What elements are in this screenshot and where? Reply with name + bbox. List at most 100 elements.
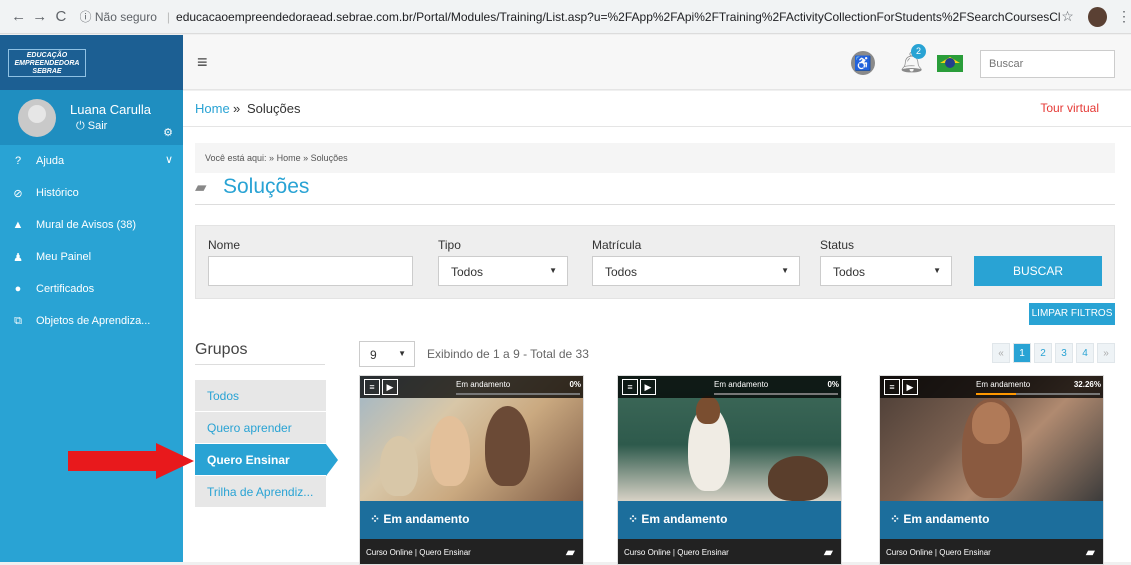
card-status: Em andamento	[903, 512, 990, 526]
sidebar-item-label: Histórico	[36, 187, 79, 199]
sidebar-item-ajuda[interactable]: ? Ajuda ∨	[0, 145, 183, 177]
pager-page-2[interactable]: 2	[1034, 343, 1052, 363]
logout-link[interactable]: ⏻ Sair	[76, 120, 151, 133]
status-filter-select[interactable]: Todos ▼	[820, 256, 952, 286]
accessibility-icon[interactable]: ♿	[851, 51, 875, 75]
enroll-filter-label: Matrícula	[592, 238, 642, 252]
breadcrumb-current: Soluções	[247, 101, 301, 116]
group-item-trilha[interactable]: Trilha de Aprendiz...	[195, 476, 326, 507]
sebrae-logo[interactable]: EDUCAÇÃO EMPREENDEDORA SEBRAE	[8, 48, 86, 77]
bookmark-star-icon[interactable]: ☆	[1061, 8, 1074, 25]
caret-down-icon: ▼	[781, 266, 789, 275]
sidebar-item-label: Meu Painel	[36, 251, 92, 263]
chevron-down-icon: ∨	[164, 154, 173, 166]
caret-down-icon: ▼	[549, 266, 557, 275]
pager-page-1[interactable]: 1	[1013, 343, 1031, 363]
list-icon[interactable]: ≡	[884, 379, 900, 395]
card-type: Curso Online	[886, 548, 933, 557]
list-icon[interactable]: ≡	[622, 379, 638, 395]
gear-icon[interactable]: ⚙	[163, 126, 173, 139]
pager-page-3[interactable]: 3	[1055, 343, 1073, 363]
sidebar-item-label: Mural de Avisos (38)	[36, 219, 137, 231]
name-filter-input[interactable]	[208, 256, 413, 286]
enroll-filter-select[interactable]: Todos ▼	[592, 256, 800, 286]
sidebar-item-meu-painel[interactable]: ♟ Meu Painel	[0, 241, 183, 273]
card-group: Quero Ensinar	[939, 548, 991, 557]
search-input[interactable]	[980, 50, 1115, 78]
card-type: Curso Online	[624, 548, 671, 557]
logout-label: Sair	[87, 120, 108, 132]
sidebar-logo-area: EDUCAÇÃO EMPREENDEDORA SEBRAE	[0, 35, 183, 90]
card-footer: Curso Online | Quero Ensinar ▰	[618, 539, 841, 564]
play-icon[interactable]: ▶	[902, 379, 918, 395]
pager-next[interactable]: »	[1097, 343, 1115, 363]
per-page-select[interactable]: 9 ▼	[359, 341, 415, 367]
card-top-bar: ≡ ▶ Em andamento 32.26%	[880, 376, 1103, 398]
annotation-arrow-head	[156, 443, 194, 479]
location-home-link[interactable]: Home	[277, 153, 301, 163]
user-avatar[interactable]	[18, 98, 56, 137]
pagination: « 1 2 3 4 »	[992, 343, 1115, 363]
breadcrumb-home-link[interactable]: Home	[195, 101, 230, 116]
objects-icon: ⧉	[14, 314, 22, 327]
search-button[interactable]: BUSCAR	[974, 256, 1102, 286]
enroll-filter-value: Todos	[605, 265, 638, 279]
page-title: ▰ Soluções	[195, 175, 1115, 205]
type-filter-label: Tipo	[438, 238, 461, 252]
location-separator: »	[303, 153, 309, 163]
sidebar-item-certificados[interactable]: ● Certificados	[0, 273, 183, 305]
group-item-todos[interactable]: Todos	[195, 380, 326, 411]
card-progress-fill	[976, 393, 1016, 395]
pager-prev[interactable]: «	[992, 343, 1010, 363]
group-item-quero-ensinar[interactable]: Quero Ensinar	[195, 444, 326, 475]
card-status-top: Em andamento	[976, 380, 1031, 389]
type-filter-select[interactable]: Todos ▼	[438, 256, 568, 286]
course-card[interactable]: ≡ ▶ Em andamento 32.26% ⁘ Em andamento C…	[879, 375, 1104, 565]
security-indicator[interactable]: ⓘ Não seguro	[80, 8, 157, 25]
user-name: Luana Carulla	[70, 102, 151, 117]
notification-badge: 2	[911, 44, 926, 59]
clear-filters-button[interactable]: LIMPAR FILTROS	[1029, 303, 1115, 325]
card-footer: Curso Online | Quero Ensinar ▰	[880, 539, 1103, 564]
logo-line-3: SEBRAE	[32, 67, 62, 75]
kebab-menu-icon[interactable]: ⋮	[1117, 8, 1131, 25]
card-status: Em andamento	[641, 512, 728, 526]
card-percent: 0%	[827, 380, 839, 389]
pager-page-4[interactable]: 4	[1076, 343, 1094, 363]
history-icon: ⊘	[13, 187, 23, 200]
location-bar: Você está aqui: » Home » Soluções	[195, 143, 1115, 173]
breadcrumb-separator: »	[233, 101, 241, 116]
course-card[interactable]: ≡ ▶ Em andamento 0% ⁘ Em andamento Curso…	[359, 375, 584, 565]
address-bar[interactable]: ⓘ Não seguro | educacaoempreendedoraead.…	[80, 4, 1062, 30]
forward-icon[interactable]: →	[29, 8, 50, 25]
sidebar-item-mural[interactable]: ▲ Mural de Avisos (38)	[0, 209, 183, 241]
play-icon[interactable]: ▶	[382, 379, 398, 395]
hamburger-menu-icon[interactable]: ≡	[197, 52, 208, 73]
play-icon[interactable]: ▶	[640, 379, 656, 395]
back-icon[interactable]: ←	[8, 8, 29, 25]
list-icon[interactable]: ≡	[364, 379, 380, 395]
card-progress-track	[714, 393, 838, 395]
brazil-flag-icon[interactable]	[937, 55, 963, 72]
spinner-icon: ⁘	[890, 512, 901, 526]
reload-icon[interactable]: C	[50, 8, 71, 25]
location-current: Soluções	[310, 153, 348, 163]
main-content: Você está aqui: » Home » Soluções ▰ Solu…	[183, 127, 1131, 565]
group-item-quero-aprender[interactable]: Quero aprender	[195, 412, 326, 443]
course-card[interactable]: ≡ ▶ Em andamento 0% ⁘ Em andamento Curso…	[617, 375, 842, 565]
sidebar-item-historico[interactable]: ⊘ Histórico	[0, 177, 183, 209]
url-text[interactable]: educacaoempreendedoraead.sebrae.com.br/P…	[176, 10, 1061, 24]
card-status-band: ⁘ Em andamento	[618, 501, 841, 539]
card-progress-track	[976, 393, 1100, 395]
results-summary: Exibindo de 1 a 9 - Total de 33	[427, 347, 589, 361]
sidebar-item-label: Certificados	[36, 283, 95, 295]
power-icon: ⏻	[76, 120, 85, 132]
status-filter-label: Status	[820, 238, 855, 252]
url-divider: |	[166, 9, 171, 24]
card-top-bar: ≡ ▶ Em andamento 0%	[618, 376, 841, 398]
sidebar-item-objetos[interactable]: ⧉ Objetos de Aprendiza...	[0, 305, 183, 337]
card-footer: Curso Online | Quero Ensinar ▰	[360, 539, 583, 564]
tour-virtual-link[interactable]: Tour virtual	[1040, 101, 1099, 115]
profile-avatar[interactable]	[1087, 6, 1107, 27]
card-group: Quero Ensinar	[677, 548, 729, 557]
